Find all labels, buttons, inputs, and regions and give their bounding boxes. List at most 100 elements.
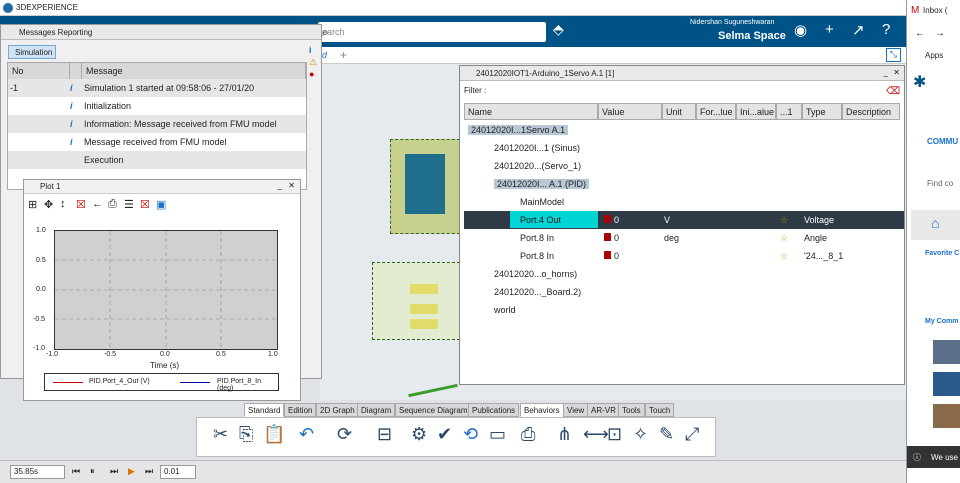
rewind-icon[interactable]: ⏮ xyxy=(72,466,80,477)
community-thumbnail[interactable] xyxy=(933,404,960,428)
col-name[interactable]: Name xyxy=(464,103,598,120)
info-filter-icon[interactable]: i xyxy=(309,45,312,55)
inbox-tab[interactable]: Inbox ( xyxy=(923,6,947,15)
tab-touch[interactable]: Touch xyxy=(645,403,675,417)
back-icon[interactable]: ← xyxy=(92,198,103,210)
star-icon[interactable]: ☆ xyxy=(780,251,788,262)
new-tab-icon[interactable]: + xyxy=(340,48,347,62)
back-icon[interactable]: ← xyxy=(915,28,925,39)
community-thumbnail[interactable] xyxy=(933,372,960,396)
col-flag[interactable]: ...1 xyxy=(776,103,802,120)
parameter-row[interactable]: Port.8 In 0 ☆ '24..._8_1 xyxy=(464,247,904,265)
tree-row[interactable]: 24012020I...1 (Sinus) xyxy=(464,139,904,157)
simulation-button[interactable]: Simulation xyxy=(8,45,56,59)
tab-standard[interactable]: Standard xyxy=(244,403,285,417)
warning-filter-icon[interactable]: ⚠ xyxy=(309,57,317,68)
message-row[interactable]: i Initialization xyxy=(8,97,306,115)
tab-publications[interactable]: Publications xyxy=(468,403,520,417)
community-thumbnail[interactable] xyxy=(933,340,960,364)
link-icon[interactable]: ⟷ xyxy=(583,424,609,445)
export-icon[interactable]: ⎙ xyxy=(521,424,535,445)
col-unit[interactable]: Unit xyxy=(662,103,696,120)
tab-sequence-diagram[interactable]: Sequence Diagram xyxy=(395,403,472,417)
message-row[interactable]: Execution xyxy=(8,151,306,169)
check-icon[interactable]: ✔ xyxy=(437,424,452,445)
tree-row[interactable]: 24012020..._Board.2) xyxy=(464,283,904,301)
pan-icon[interactable]: ✥ xyxy=(44,198,53,211)
axis-icon[interactable]: ↕ xyxy=(60,198,66,210)
close-icon[interactable]: ✕ xyxy=(288,181,295,190)
time-field[interactable]: 35.85s xyxy=(10,465,65,479)
tree-row[interactable]: 24012020...o_horns) xyxy=(464,265,904,283)
tab-tools[interactable]: Tools xyxy=(618,403,645,417)
message-row[interactable]: -1 i Simulation 1 started at 09:58:06 - … xyxy=(8,79,306,97)
add-icon[interactable]: + xyxy=(825,21,834,38)
parameter-row[interactable]: Port.8 In 0 deg ☆ Angle xyxy=(464,229,904,247)
zoom-icon[interactable]: ⊞ xyxy=(28,198,37,211)
message-row[interactable]: i Message received from FMU model xyxy=(8,133,306,151)
delete-icon[interactable]: ☒ xyxy=(140,198,150,211)
col-no[interactable]: No xyxy=(8,63,70,79)
col-value[interactable]: Value xyxy=(598,103,662,120)
tree-icon[interactable]: ⊟ xyxy=(377,424,392,445)
tab-diagram[interactable]: Diagram xyxy=(357,403,396,417)
tree-row[interactable]: MainModel xyxy=(464,193,904,211)
paste-icon[interactable]: 📋 xyxy=(263,424,285,445)
tree-row[interactable]: 24012020I...1Servo A.1 xyxy=(464,121,904,139)
play-icon[interactable]: ▶ xyxy=(128,466,135,477)
share-icon[interactable]: ↗ xyxy=(852,21,865,39)
home-icon[interactable]: ⌂ xyxy=(931,215,939,231)
space-selector[interactable]: Selma Space xyxy=(718,30,786,42)
col-initial[interactable]: Ini...alue xyxy=(736,103,776,120)
col-description[interactable]: Description xyxy=(842,103,900,120)
screen-icon[interactable]: ▭ xyxy=(489,424,506,445)
cut-icon[interactable]: ✂ xyxy=(213,424,228,445)
message-row[interactable]: i Information: Message received from FMU… xyxy=(8,115,306,133)
error-filter-icon[interactable]: ● xyxy=(309,69,314,79)
tab-2d-graph[interactable]: 2D Graph xyxy=(316,403,359,417)
wand-icon[interactable]: ✧ xyxy=(633,424,648,445)
copy-icon[interactable]: ⎘ xyxy=(239,424,253,445)
star-icon[interactable]: ☆ xyxy=(780,233,788,244)
layout-icon[interactable]: ☰ xyxy=(124,198,134,211)
minimize-icon[interactable]: _ xyxy=(884,68,888,77)
search-icon[interactable]: ⌕ xyxy=(322,25,540,40)
edit-icon[interactable]: ✎ xyxy=(659,424,674,445)
star-icon[interactable]: ☆ xyxy=(780,215,788,226)
help-icon[interactable]: ? xyxy=(882,21,890,38)
tab-edition[interactable]: Edition xyxy=(284,403,317,417)
parameter-row-selected[interactable]: Port.4 Out 0 V ☆ Voltage xyxy=(464,211,904,229)
col-type[interactable]: Type xyxy=(802,103,842,120)
connect-icon[interactable]: ⋔ xyxy=(557,424,572,445)
find-community[interactable]: Find co xyxy=(927,179,953,188)
tab-ar-vr[interactable]: AR-VR xyxy=(587,403,620,417)
apps-bookmark[interactable]: Apps xyxy=(925,51,943,60)
expand-icon[interactable]: ⤡ xyxy=(886,48,901,62)
tree-row[interactable]: 24012020I... A.1 (PID) xyxy=(464,175,904,193)
pause-icon[interactable]: ⏸ xyxy=(90,466,95,477)
plot-area[interactable] xyxy=(54,230,278,350)
col-formula[interactable]: For...lue xyxy=(696,103,736,120)
clear-filter-icon[interactable]: ⌫ xyxy=(886,86,900,97)
step-icon[interactable]: ⏭ xyxy=(110,466,118,477)
search-input[interactable]: earch ⌕ xyxy=(318,22,546,42)
play-icon[interactable]: ⟲ xyxy=(463,424,478,445)
undo-icon[interactable]: ↶ xyxy=(299,424,314,445)
avatar-icon[interactable]: ◉ xyxy=(794,21,807,39)
end-icon[interactable]: ⏭ xyxy=(145,466,153,477)
tab-behaviors[interactable]: Behaviors xyxy=(520,403,564,417)
tag-icon[interactable]: ⬘ xyxy=(553,21,564,38)
col-message[interactable]: Message xyxy=(82,63,306,79)
simulate-icon[interactable]: ⚙ xyxy=(411,424,427,445)
update-icon[interactable]: ⟳ xyxy=(337,424,352,445)
clear-icon[interactable]: ☒ xyxy=(76,198,86,211)
export-icon[interactable]: ⎙ xyxy=(108,198,117,211)
tree-row[interactable]: 24012020...(Servo_1) xyxy=(464,157,904,175)
tree-row[interactable]: world xyxy=(464,301,904,319)
close-icon[interactable]: ✕ xyxy=(893,68,900,77)
fit-icon[interactable]: ⤢ xyxy=(685,424,699,445)
forward-icon[interactable]: → xyxy=(935,28,945,39)
step-field[interactable]: 0.01 xyxy=(160,465,196,479)
document-tab[interactable]: d xyxy=(322,50,327,60)
minimize-icon[interactable]: _ xyxy=(278,181,282,190)
